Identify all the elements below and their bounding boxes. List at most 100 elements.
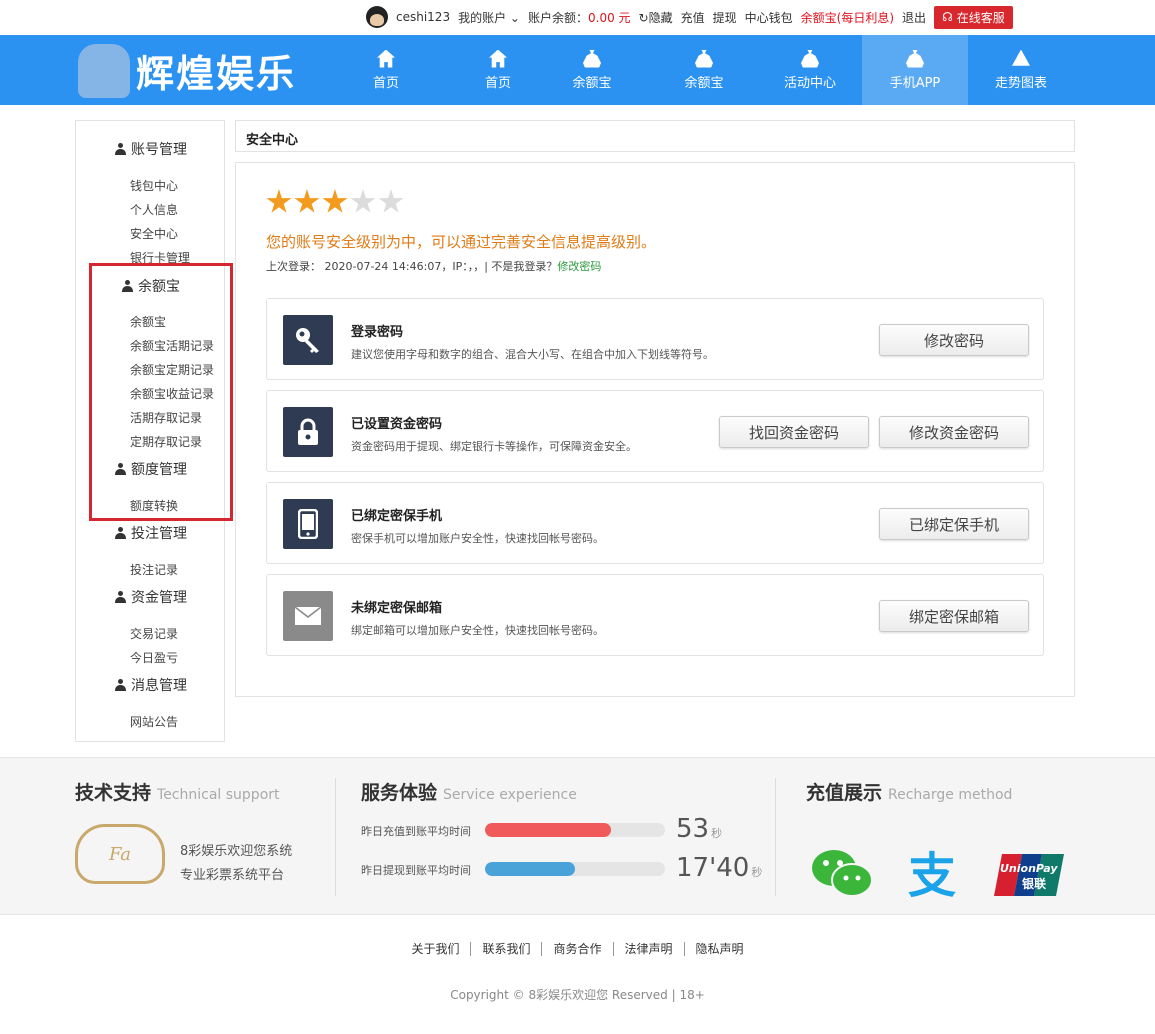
sidebar-item-wallet[interactable]: 钱包中心 [130,177,178,194]
svg-text:银联: 银联 [1022,876,1046,891]
card-title: 已设置资金密码 [351,417,443,432]
recharge-section: 充值展示 Recharge method 支 UnionPay 银联 [806,778,1106,904]
copyright: Copyright © 8彩娱乐欢迎您 Reserved | 18+ [450,988,705,1002]
fund-password-card: 已设置资金密码 资金密码用于提现、绑定银行卡等操作，可保障资金安全。 找回资金密… [266,390,1044,472]
tech-support-section: 技术支持 Technical support Fa 8彩娱乐欢迎您系统 专业彩票系… [75,778,315,884]
star-icon [378,189,404,213]
support-line-1: 8彩娱乐欢迎您系统 [180,844,293,859]
card-description: 建议您使用字母和数字的组合、混合大小写、在组合中加入下划线等符号。 [351,348,714,361]
top-bar: ceshi123 我的账户 ⌄ 账户余额： 0.00 元 ↻隐藏 充值 提现 中… [0,0,1155,34]
sidebar-section-funds[interactable]: 资金管理 [76,587,226,607]
my-account-menu[interactable]: 我的账户 ⌄ [458,9,520,26]
user-icon [115,591,126,603]
divider [335,778,336,896]
nav-item-activity[interactable]: 活动中心 [757,35,863,105]
chevron-down-icon: ⌄ [509,10,520,25]
money-bag-icon [583,49,601,68]
balance-label: 账户余额： [527,10,588,25]
recharge-time-bar [485,823,665,837]
footer-link-privacy[interactable]: 隐私声明 [683,942,755,956]
card-description: 绑定邮箱可以增加账户安全性，快速找回帐号密码。 [351,624,604,637]
user-icon [115,143,126,155]
recharge-time-label: 昨日充值到账平均时间 [361,825,471,838]
divider [775,778,776,896]
nav-item-mobile-app[interactable]: 手机APP [862,35,968,105]
triangle-icon [1012,49,1030,66]
footer-link-about[interactable]: 关于我们 [400,942,470,956]
nav-item-home-2[interactable]: 首页 [445,35,551,105]
bound-phone-button[interactable]: 已绑定保手机 [879,508,1029,540]
sidebar-section-bets[interactable]: 投注管理 [76,523,226,543]
sidebar-item-security[interactable]: 安全中心 [130,225,178,242]
sidebar-item-bet-records[interactable]: 投注记录 [130,561,178,578]
svg-text:UnionPay: UnionPay [1000,862,1058,875]
card-title: 登录密码 [351,325,404,340]
nav-item-yuebao-2[interactable]: 余额宝 [651,35,757,105]
sidebar-item-profile[interactable]: 个人信息 [130,201,178,218]
footer-link-contact[interactable]: 联系我们 [470,942,541,956]
sidebar-section-account[interactable]: 账号管理 [76,139,226,159]
security-rating [266,189,404,215]
email-card: 未绑定密保邮箱 绑定邮箱可以增加账户安全性，快速找回帐号密码。 绑定密保邮箱 [266,574,1044,656]
card-title: 已绑定密保手机 [351,509,443,524]
avatar[interactable] [366,6,388,28]
section-title: 充值展示 Recharge method [806,782,1013,804]
username[interactable]: ceshi123 [396,10,450,24]
sidebar-section-messages[interactable]: 消息管理 [76,675,226,695]
highlight-annotation-box [89,263,233,521]
money-bag-icon [695,49,713,68]
money-bag-icon [801,49,819,68]
home-icon [377,49,395,68]
page-title: 安全中心 [235,120,1075,152]
change-password-link[interactable]: 修改密码 [557,260,601,273]
section-title: 技术支持 Technical support [75,782,280,804]
footer-link-legal[interactable]: 法律声明 [612,942,684,956]
withdraw-link[interactable]: 提现 [713,9,737,26]
bind-email-button[interactable]: 绑定密保邮箱 [879,600,1029,632]
money-bag-icon [906,49,924,68]
main-nav: 辉煌娱乐 首页 首页 余额宝 余额宝 活动中心 手机APP 走势图表 [0,35,1155,105]
star-icon [294,189,320,213]
change-fund-password-button[interactable]: 修改资金密码 [879,416,1029,448]
sidebar-item-announcements[interactable]: 网站公告 [130,713,178,730]
footer-info: 技术支持 Technical support Fa 8彩娱乐欢迎您系统 专业彩票系… [0,757,1155,915]
footer-link-business[interactable]: 商务合作 [541,942,612,956]
headset-icon: ☊ [942,10,953,24]
support-line-2: 专业彩票系统平台 [180,868,285,883]
logout-link[interactable]: 退出 [902,9,926,26]
change-password-button[interactable]: 修改密码 [879,324,1029,356]
hide-balance-toggle[interactable]: ↻隐藏 [639,9,673,26]
nav-item-home[interactable]: 首页 [333,35,439,105]
star-icon [322,189,348,213]
svg-text:支: 支 [908,848,956,900]
balance-value: 0.00 元 [588,10,631,25]
withdraw-time-label: 昨日提现到账平均时间 [361,864,471,877]
brand-logo[interactable]: 辉煌娱乐 [78,43,296,98]
handshake-icon [78,43,130,98]
recover-fund-password-button[interactable]: 找回资金密码 [719,416,869,448]
nav-item-yuebao[interactable]: 余额宝 [539,35,645,105]
section-title: 服务体验 Service experience [361,782,577,804]
bound-phone-card: 已绑定密保手机 密保手机可以增加账户安全性，快速找回帐号密码。 已绑定保手机 [266,482,1044,564]
nav-item-trend-chart[interactable]: 走势图表 [968,35,1074,105]
sidebar-item-transactions[interactable]: 交易记录 [130,625,178,642]
security-level-message: 您的账号安全级别为中，可以通过完善安全信息提高级别。 [266,233,657,251]
phone-icon [283,499,333,549]
card-description: 密保手机可以增加账户安全性，快速找回帐号密码。 [351,532,604,545]
last-login-info: 上次登录： 2020-07-24 14:46:07，IP：，，| 不是我登录？修… [266,260,602,273]
sidebar-item-today-pnl[interactable]: 今日盈亏 [130,649,178,666]
wechat-pay-icon [810,848,874,903]
user-icon [115,679,126,691]
recharge-link[interactable]: 充值 [681,9,705,26]
wallet-link[interactable]: 中心钱包 [745,9,793,26]
user-icon [115,527,126,539]
alipay-icon: 支 [904,848,968,904]
recharge-time-value: 53 秒 [676,814,723,844]
card-description: 资金密码用于提现、绑定银行卡等操作，可保障资金安全。 [351,440,637,453]
key-icon [283,315,333,365]
yuebao-link[interactable]: 余额宝(每日利息) [801,9,894,26]
cloud-logo-icon: Fa [75,824,165,884]
star-icon [350,189,376,213]
online-support-button[interactable]: ☊ 在线客服 [934,5,1013,29]
service-section: 服务体验 Service experience 昨日充值到账平均时间 53 秒 昨日… [361,778,762,883]
